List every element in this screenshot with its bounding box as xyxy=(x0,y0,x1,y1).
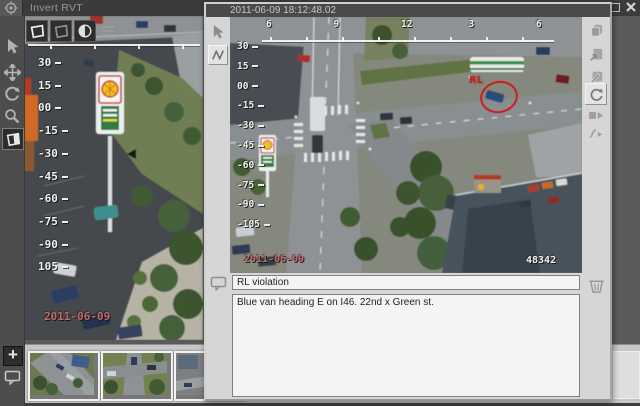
rotate-tool[interactable] xyxy=(2,84,22,104)
filmstrip-thumbnail[interactable] xyxy=(28,351,100,401)
event-description-textarea[interactable]: Blue van heading E on I46. 22nd x Green … xyxy=(232,294,580,397)
trash-icon[interactable] xyxy=(586,277,606,295)
quad-outline-tool[interactable] xyxy=(26,20,48,42)
move-tool[interactable] xyxy=(2,62,22,82)
contrast-tool[interactable] xyxy=(74,20,96,42)
dialog-left-toolbar xyxy=(206,17,230,399)
app-logo-icon xyxy=(0,0,23,16)
annotation-label: RL xyxy=(469,75,483,86)
polyline-tool[interactable] xyxy=(208,45,228,65)
add-frame-button[interactable]: + xyxy=(3,346,23,366)
ruler-label: 3 xyxy=(469,19,475,30)
shape-toolbar xyxy=(26,20,118,42)
ruler-label: 9 xyxy=(334,19,340,30)
scale-label: -45 xyxy=(237,140,264,151)
close-button[interactable] xyxy=(624,1,638,13)
scale-label: 15 xyxy=(237,61,258,72)
viewer-date-overlay: 2011-06-09 xyxy=(44,310,110,323)
scale-label: -90 xyxy=(38,238,68,251)
scale-label: -45 xyxy=(38,170,68,183)
scale-label: 30 xyxy=(237,41,258,52)
play-clip-icon[interactable] xyxy=(587,107,605,123)
app-window: + xyxy=(0,0,640,406)
ruler-label: 6 xyxy=(266,19,272,30)
filmstrip-thumbnail[interactable] xyxy=(101,351,173,401)
select-tool[interactable] xyxy=(2,36,22,56)
invert-tool-selected[interactable] xyxy=(2,128,24,150)
ruler-tick xyxy=(50,44,52,49)
ruler-tick xyxy=(270,37,272,42)
dialog-titlebar[interactable]: 2011-06-09 18:12:48.02 xyxy=(206,4,610,17)
annotation-dialog: 2011-06-09 18:12:48.02 xyxy=(204,2,612,401)
window-controls xyxy=(608,1,638,13)
event-title-input[interactable] xyxy=(232,275,580,290)
ruler-tick xyxy=(486,37,488,42)
copy-icon[interactable] xyxy=(587,21,605,39)
scale-label: 15 xyxy=(38,79,61,92)
ruler-tick xyxy=(522,37,524,42)
refresh-button[interactable] xyxy=(585,83,607,105)
scale-label: 00 xyxy=(38,101,61,114)
scale-label: 00 xyxy=(237,81,258,92)
dialog-title: 2011-06-09 18:12:48.02 xyxy=(230,5,336,16)
quad-outline-dim-tool[interactable] xyxy=(50,20,72,42)
scale-label: -30 xyxy=(237,120,264,131)
dialog-right-toolbar xyxy=(582,17,610,399)
ruler-label: 12 xyxy=(401,19,412,30)
ruler-tick xyxy=(342,37,344,42)
scale-label: -75 xyxy=(237,180,264,191)
main-viewer[interactable]: 30 15 00 -15 -30 -45 -60 -75 -90 105 2011-06-09 xyxy=(24,16,203,340)
ruler-tick xyxy=(306,37,308,42)
window-title: Invert RVT xyxy=(30,2,83,14)
dialog-viewer[interactable]: 6 9 12 3 6 30 15 00 -15 -30 -45 -60 -75 -90 -105 2011… xyxy=(230,17,582,273)
frame-counter-overlay: 48342 xyxy=(526,255,556,266)
scale-label: -60 xyxy=(237,160,264,171)
ruler-tick xyxy=(94,44,96,49)
ruler-tick xyxy=(414,37,416,42)
scale-label: -15 xyxy=(237,100,264,111)
layer-lines-icon[interactable] xyxy=(98,21,118,41)
filmstrip-empty-slot xyxy=(613,351,640,399)
ruler-tick xyxy=(138,44,140,49)
ruler-tick xyxy=(182,44,184,49)
import-icon[interactable] xyxy=(587,45,605,63)
scale-label: -105 xyxy=(237,219,270,230)
zoom-tool[interactable] xyxy=(2,106,22,126)
viewer-ruler-line xyxy=(28,44,200,46)
ruler-tick xyxy=(378,37,380,42)
frame-icon[interactable] xyxy=(4,370,21,390)
dialog-select-tool[interactable] xyxy=(209,23,227,41)
ruler-label: 6 xyxy=(536,19,542,30)
scale-label: 30 xyxy=(38,56,61,69)
scale-label: -15 xyxy=(38,124,68,137)
ruler-tick xyxy=(450,37,452,42)
scale-label: -30 xyxy=(38,147,68,160)
dialog-date-overlay: 2011-06-09 xyxy=(244,254,304,265)
frame-icon[interactable] xyxy=(209,275,227,291)
scale-label: -75 xyxy=(38,215,68,228)
scale-label: -90 xyxy=(237,199,264,210)
play-path-icon[interactable] xyxy=(587,125,605,141)
scale-label: -60 xyxy=(38,192,68,205)
scale-label: 105 xyxy=(38,260,68,273)
